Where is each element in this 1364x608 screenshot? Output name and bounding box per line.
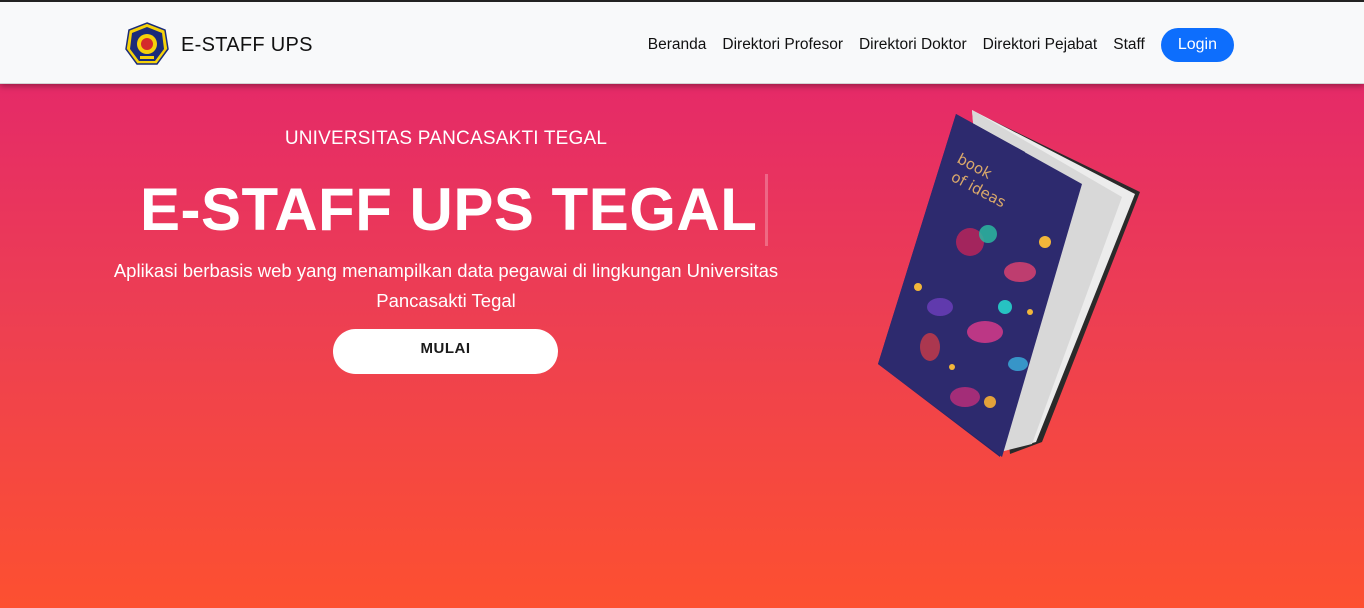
mulai-button[interactable]: MULAI (333, 329, 558, 374)
nav-link-direktori-doktor[interactable]: Direktori Doktor (859, 28, 967, 62)
hero-university-name: UNIVERSITAS PANCASAKTI TEGAL (284, 128, 608, 149)
brand-name[interactable]: E-STAFF UPS (181, 33, 313, 57)
nav-link-staff[interactable]: Staff (1113, 28, 1145, 62)
nav-link-direktori-profesor[interactable]: Direktori Profesor (722, 28, 843, 62)
university-seal-icon[interactable] (124, 22, 170, 68)
hero-description: Aplikasi berbasis web yang menampilkan d… (113, 260, 779, 311)
nav-link-direktori-pejabat[interactable]: Direktori Pejabat (983, 28, 1098, 62)
nav-links: Beranda Direktori Profesor Direktori Dok… (632, 28, 1234, 62)
navbar: E-STAFF UPS Beranda Direktori Profesor D… (0, 0, 1364, 84)
login-button[interactable]: Login (1160, 28, 1234, 62)
nav-link-beranda[interactable]: Beranda (648, 28, 707, 62)
hero-title: E-STAFF UPS TEGAL (140, 174, 769, 246)
hero-section: UNIVERSITAS PANCASAKTI TEGAL E-STAFF UPS… (0, 84, 1364, 608)
book-of-ideas-illustration: book of ideas (878, 110, 1140, 457)
